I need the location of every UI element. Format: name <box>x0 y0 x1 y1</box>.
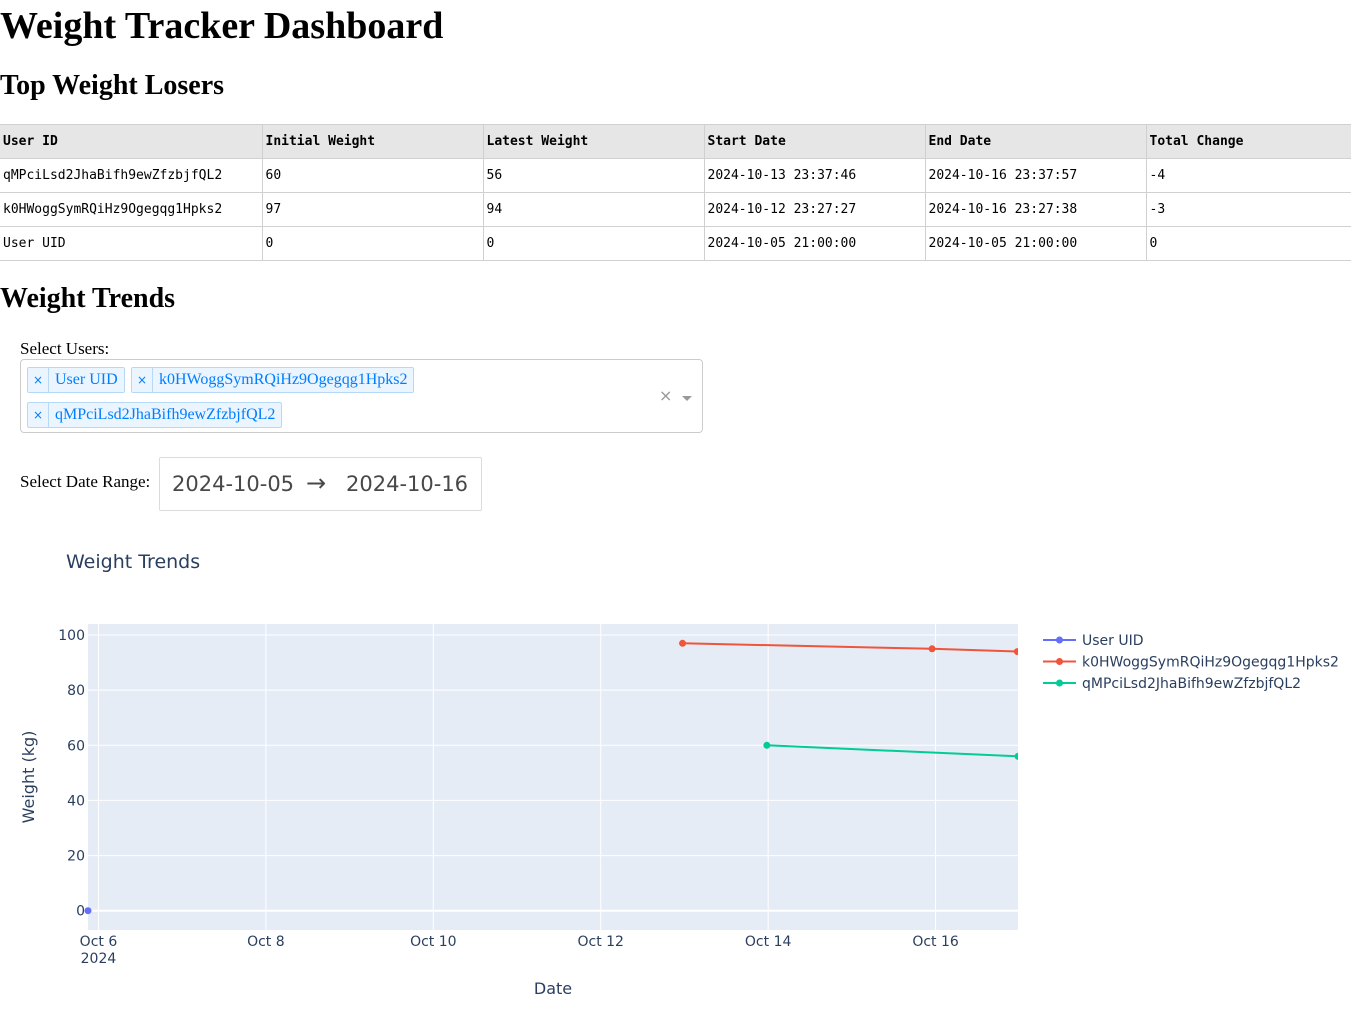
user-chip: × qMPciLsd2JhaBifh9ewZfzbjfQL2 <box>27 402 283 428</box>
user-chip: × k0HWoggSymRQiHz9Ogegqg1Hpks2 <box>131 367 415 393</box>
y-axis-label: Weight (kg) <box>19 731 38 824</box>
date-range-picker[interactable]: 2024-10-05 → 2024-10-16 <box>159 457 482 511</box>
x-tick-year: 2024 <box>81 951 117 967</box>
end-date-input[interactable]: 2024-10-16 <box>346 472 468 496</box>
chevron-down-icon[interactable] <box>682 396 692 401</box>
cell-start-date[interactable]: 2024-10-13 23:37:46 <box>703 158 925 193</box>
column-header-latest-weight[interactable]: Latest Weight <box>482 124 704 159</box>
data-point <box>1014 752 1018 760</box>
page-title: Weight Tracker Dashboard <box>0 5 444 47</box>
losers-table: User ID Initial Weight Latest Weight Sta… <box>0 124 1351 261</box>
cell-user-id[interactable]: User UID <box>0 226 262 261</box>
column-header-total-change[interactable]: Total Change <box>1145 124 1351 159</box>
clear-selection-icon[interactable]: × <box>659 386 672 405</box>
x-tick-label: Oct 14 <box>745 934 792 950</box>
losers-heading: Top Weight Losers <box>0 70 225 101</box>
legend-marker <box>1056 658 1063 665</box>
x-tick-label: Oct 6 <box>80 934 118 950</box>
user-chip: × User UID <box>27 367 125 393</box>
cell-end-date[interactable]: 2024-10-16 23:37:57 <box>924 158 1146 193</box>
x-tick-label: Oct 10 <box>410 934 456 950</box>
legend-item-label: qMPciLsd2JhaBifh9ewZfzbjfQL2 <box>1082 676 1301 692</box>
legend-item-label: k0HWoggSymRQiHz9Ogegqg1Hpks2 <box>1082 655 1339 671</box>
legend-marker <box>1056 636 1063 644</box>
x-tick-label: Oct 12 <box>577 934 623 950</box>
x-tick-label: Oct 8 <box>247 934 285 950</box>
arrow-right-icon: → <box>306 469 327 497</box>
column-header-user-id[interactable]: User ID <box>0 124 262 159</box>
cell-start-date[interactable]: 2024-10-12 23:27:27 <box>703 192 925 227</box>
chip-remove-icon[interactable]: × <box>28 403 49 427</box>
user-multiselect[interactable]: × User UID × k0HWoggSymRQiHz9Ogegqg1Hpks… <box>20 359 703 433</box>
data-point <box>763 741 771 749</box>
chip-label: User UID <box>55 371 118 388</box>
y-tick-label: 0 <box>76 904 85 920</box>
column-header-initial-weight[interactable]: Initial Weight <box>261 124 483 159</box>
chart-title: Weight Trends <box>66 551 200 573</box>
cell-total-change[interactable]: 0 <box>1145 226 1351 261</box>
y-tick-label: 100 <box>58 628 85 644</box>
table-row: User UID 0 0 2024-10-05 21:00:00 2024-10… <box>0 226 1351 261</box>
chip-label: k0HWoggSymRQiHz9Ogegqg1Hpks2 <box>159 371 408 388</box>
y-tick-label: 40 <box>67 793 85 809</box>
table-row: qMPciLsd2JhaBifh9ewZfzbjfQL2 60 56 2024-… <box>0 158 1351 193</box>
cell-latest-weight[interactable]: 0 <box>482 226 704 261</box>
select-date-range-label: Select Date Range: <box>20 472 151 491</box>
cell-total-change[interactable]: -3 <box>1145 192 1351 227</box>
cell-user-id[interactable]: qMPciLsd2JhaBifh9ewZfzbjfQL2 <box>0 158 262 193</box>
x-axis-label: Date <box>534 979 572 998</box>
y-tick-label: 60 <box>67 738 85 754</box>
chip-remove-icon[interactable]: × <box>28 368 49 392</box>
weight-trends-chart[interactable]: Oct 6 Oct 8 Oct 10 Oct 12 Oct 14 Oct 16 2024 0 2… <box>0 530 1351 1010</box>
y-tick-label: 80 <box>67 683 85 699</box>
cell-initial-weight[interactable]: 60 <box>261 158 483 193</box>
x-tick-label: Oct 16 <box>912 934 959 950</box>
cell-start-date[interactable]: 2024-10-05 21:00:00 <box>703 226 925 261</box>
y-tick-label: 20 <box>67 849 85 865</box>
cell-latest-weight[interactable]: 56 <box>482 158 704 193</box>
chip-remove-icon[interactable]: × <box>132 368 153 392</box>
data-point <box>84 907 92 915</box>
cell-user-id[interactable]: k0HWoggSymRQiHz9Ogegqg1Hpks2 <box>0 192 262 227</box>
data-point <box>1013 648 1018 656</box>
cell-total-change[interactable]: -4 <box>1145 158 1351 193</box>
chip-label: qMPciLsd2JhaBifh9ewZfzbjfQL2 <box>55 406 276 423</box>
legend-marker <box>1056 679 1063 687</box>
table-header-row: User ID Initial Weight Latest Weight Sta… <box>0 124 1351 159</box>
data-point <box>928 645 936 653</box>
data-point <box>679 639 687 647</box>
table-row: k0HWoggSymRQiHz9Ogegqg1Hpks2 97 94 2024-… <box>0 192 1351 227</box>
column-header-start-date[interactable]: Start Date <box>703 124 925 159</box>
legend-item-label: User UID <box>1082 633 1144 649</box>
start-date-input[interactable]: 2024-10-05 <box>172 472 294 496</box>
cell-end-date[interactable]: 2024-10-05 21:00:00 <box>924 226 1146 261</box>
cell-initial-weight[interactable]: 97 <box>261 192 483 227</box>
column-header-end-date[interactable]: End Date <box>924 124 1146 159</box>
trends-heading: Weight Trends <box>0 283 176 314</box>
cell-end-date[interactable]: 2024-10-16 23:27:38 <box>924 192 1146 227</box>
cell-latest-weight[interactable]: 94 <box>482 192 704 227</box>
select-users-label: Select Users: <box>20 339 110 358</box>
plot-area <box>88 624 1018 930</box>
cell-initial-weight[interactable]: 0 <box>261 226 483 261</box>
